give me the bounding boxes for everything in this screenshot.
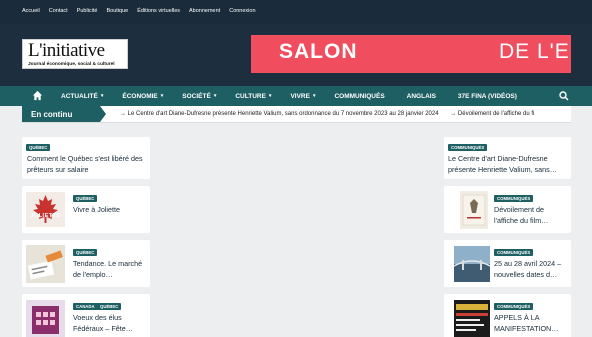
chevron-down-icon: ▾ [213, 93, 217, 99]
news-card[interactable]: COMMUNIQUÉS 25 au 28 avril 2024 – nouvel… [444, 240, 571, 287]
thumbnail-label: JOLIETTE [30, 213, 61, 219]
news-title[interactable]: Le Centre d'art Diane-Dufresne présente … [448, 154, 568, 175]
news-card[interactable]: JOLIETTE QUÉBEC Vivre à Joliette [22, 186, 150, 233]
nav-item[interactable]: ANGLAIS [407, 93, 436, 100]
news-card[interactable]: COMMUNIQUÉS APPELS À LA MANIFESTATION… [444, 294, 571, 337]
nav-item[interactable]: ÉCONOMIE [122, 93, 157, 100]
top-bar: Accueil Contact Publicité Boutique Éditi… [0, 0, 592, 24]
news-card[interactable]: QUÉBEC Tendance. Le marché de l'emplo… [22, 240, 150, 287]
news-card[interactable]: COMMUNIQUÉS Le Centre d'art Diane-Dufres… [444, 137, 571, 179]
news-title[interactable]: Vivre à Joliette [73, 205, 147, 216]
chevron-down-icon: ▾ [160, 93, 164, 99]
top-link-publicite[interactable]: Publicité [77, 8, 98, 14]
news-card[interactable]: COMMUNIQUÉS Dévoilement de l'affiche du … [444, 186, 571, 233]
news-card[interactable]: QUÉBEC Comment le Québec s'est libéré de… [22, 137, 150, 179]
nav-item[interactable]: SOCIÉTÉ [182, 93, 211, 100]
news-thumbnail[interactable]: JOLIETTE [26, 192, 65, 227]
nav-item[interactable]: ACTUALITÉ [61, 93, 98, 100]
top-link-connexion[interactable]: Connexion [229, 8, 255, 14]
ad-banner[interactable]: SALON DE L'EN [251, 35, 571, 73]
top-link-contact[interactable]: Contact [49, 8, 68, 14]
site-logo[interactable]: L'initiative Journal économique, social … [22, 39, 128, 69]
news-title[interactable]: Voeux des élus Fédéraux – Fête… [73, 313, 147, 334]
protest-poster-image [456, 304, 488, 331]
bridge-photo-image [454, 246, 490, 282]
category-tag[interactable]: QUÉBEC [26, 144, 51, 151]
top-link-accueil[interactable]: Accueil [22, 8, 40, 14]
job-search-image [27, 250, 63, 280]
ticker-item-2: Dévoilement de l'affiche du fi [457, 111, 535, 117]
category-tag[interactable]: QUÉBEC [97, 303, 122, 310]
ticker-bullet-icon: → [450, 111, 457, 117]
banner-right-text: DE L'EN [499, 40, 571, 63]
logo-subtitle: Journal économique, social & culturel [28, 62, 115, 67]
category-tag[interactable]: CANADA [73, 303, 98, 310]
ticker-text[interactable]: → Le Centre d'art Diane-Dufresne présent… [120, 111, 534, 117]
ticker-label: En continu [22, 106, 106, 122]
chevron-down-icon: ▾ [268, 93, 272, 99]
category-tag[interactable]: COMMUNIQUÉS [494, 195, 534, 202]
top-link-abonnement[interactable]: Abonnement [189, 8, 220, 14]
news-ticker: En continu → Le Centre d'art Diane-Dufre… [22, 106, 571, 123]
ticker-bullet-icon: → [120, 111, 126, 117]
category-tag[interactable]: QUÉBEC [73, 195, 98, 202]
banner-left-text: SALON [279, 40, 358, 63]
maple-leaf-icon [33, 195, 58, 223]
news-thumbnail[interactable] [454, 300, 490, 337]
search-icon[interactable] [559, 91, 569, 101]
news-title[interactable]: APPELS À LA MANIFESTATION… [494, 313, 569, 334]
chevron-down-icon: ▾ [312, 93, 316, 99]
ticker-item: Le Centre d'art Diane-Dufresne présente … [127, 111, 439, 117]
nav-items: ACTUALITÉ ▾ ÉCONOMIE ▾ SOCIÉTÉ ▾ CULTURE ▾ VIVRE… [61, 93, 517, 100]
news-title[interactable]: Dévoilement de l'affiche du film… [494, 205, 569, 226]
top-links: Accueil Contact Publicité Boutique Éditi… [22, 8, 265, 14]
nav-item[interactable]: VIVRE [290, 93, 310, 100]
news-thumbnail[interactable] [460, 191, 488, 229]
holiday-greeting-image [32, 306, 59, 334]
news-title[interactable]: Tendance. Le marché de l'emplo… [73, 259, 147, 280]
news-thumbnail[interactable] [454, 246, 490, 282]
nav-item[interactable]: 37E FINA (VIDÉOS) [458, 93, 517, 100]
news-card[interactable]: CANADA QUÉBEC Voeux des élus Fédéraux – … [22, 294, 150, 337]
home-icon[interactable] [32, 90, 43, 101]
news-title[interactable]: Comment le Québec s'est libéré des prête… [27, 154, 149, 175]
chevron-down-icon: ▾ [100, 93, 104, 99]
category-tag[interactable]: COMMUNIQUÉS [448, 144, 488, 151]
nav-item[interactable]: CULTURE [235, 93, 266, 100]
top-link-editions[interactable]: Éditions virtuelles [137, 8, 180, 14]
news-title[interactable]: 25 au 28 avril 2024 – nouvelles dates d… [494, 259, 569, 280]
top-link-boutique[interactable]: Boutique [107, 8, 129, 14]
news-thumbnail[interactable] [26, 300, 65, 337]
main-nav: ACTUALITÉ ▾ ÉCONOMIE ▾ SOCIÉTÉ ▾ CULTURE ▾ VIVRE… [0, 86, 592, 106]
category-tag[interactable]: COMMUNIQUÉS [494, 303, 534, 310]
logo-title: L'initiative [28, 40, 105, 61]
film-poster-image [462, 194, 486, 226]
news-thumbnail[interactable] [26, 245, 65, 283]
category-tag[interactable]: COMMUNIQUÉS [494, 249, 534, 256]
category-tag[interactable]: QUÉBEC [73, 249, 98, 256]
nav-item[interactable]: COMMUNIQUÉS [334, 93, 384, 100]
